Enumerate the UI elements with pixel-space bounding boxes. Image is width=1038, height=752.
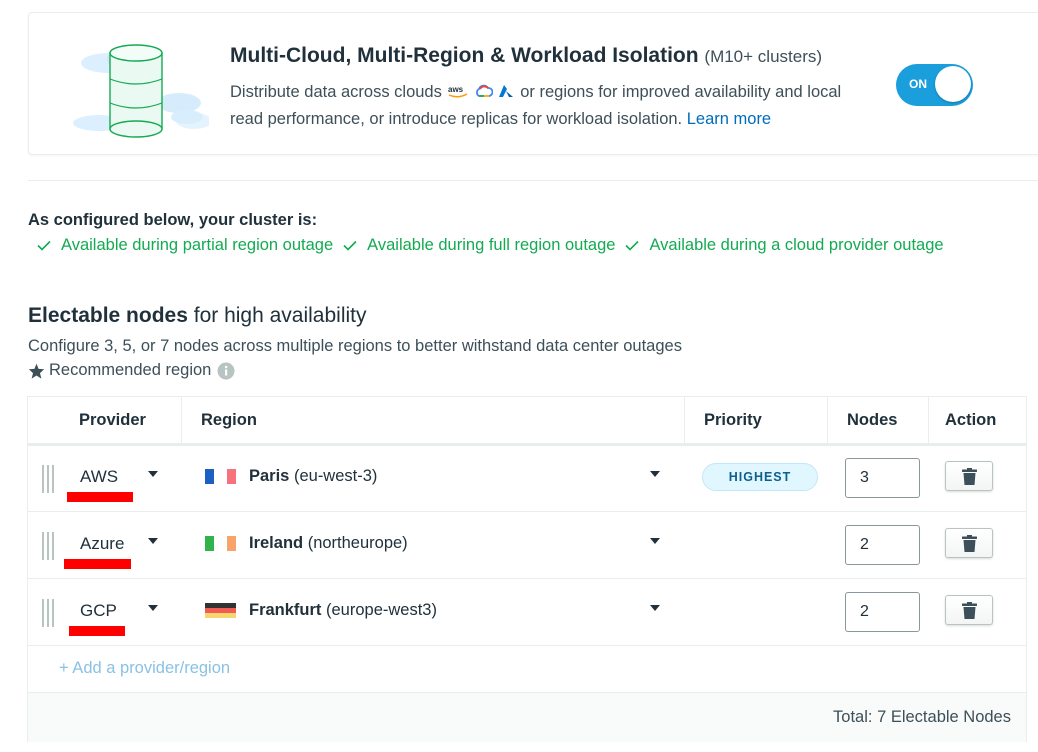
column-region: Region: [201, 411, 257, 429]
priority-badge: HIGHEST: [702, 463, 818, 491]
recommended-region-legend: Recommended region: [28, 361, 235, 380]
table-row: AWS Paris (eu-west-3) HIGHEST 3: [28, 445, 1026, 512]
feature-desc-part1: Distribute data across clouds: [230, 83, 442, 101]
delete-row-button[interactable]: [945, 528, 993, 558]
svg-text:aws: aws: [448, 85, 464, 94]
feature-title-text: Multi-Cloud, Multi-Region & Workload Iso…: [230, 44, 699, 67]
column-divider: [181, 397, 182, 443]
nodes-input[interactable]: 2: [845, 525, 920, 565]
section-divider: [28, 180, 1038, 181]
availability-item: Available during partial region outage: [37, 236, 333, 255]
check-icon: [37, 240, 51, 251]
availability-item: Available during a cloud provider outage: [625, 236, 944, 255]
feature-title: Multi-Cloud, Multi-Region & Workload Iso…: [230, 44, 822, 68]
electable-title-bold: Electable nodes: [28, 304, 188, 327]
region-name: Paris: [249, 467, 290, 485]
multi-cloud-toggle[interactable]: ON: [896, 64, 973, 106]
trash-icon: [962, 602, 977, 619]
provider-select[interactable]: GCP: [80, 601, 117, 621]
red-underline-annotation: [67, 492, 133, 502]
toggle-label: ON: [909, 77, 927, 91]
feature-description: Distribute data across clouds aws or reg…: [230, 79, 850, 132]
drag-handle-icon[interactable]: [42, 599, 56, 627]
red-underline-annotation: [69, 626, 125, 636]
availability-list: Available during partial region outage A…: [37, 236, 954, 255]
table-row: Azure Ireland (northeurope) 2: [28, 512, 1026, 579]
region-select[interactable]: Ireland (northeurope): [249, 534, 408, 553]
recommended-region-label: Recommended region: [49, 361, 212, 379]
germany-flag-icon: [205, 603, 236, 618]
region-code: (eu-west-3): [293, 467, 378, 485]
table-header: Provider Region Priority Nodes Action: [28, 397, 1026, 446]
config-heading: As configured below, your cluster is:: [28, 211, 318, 229]
feature-title-suffix: (M10+ clusters): [704, 47, 823, 66]
drag-handle-icon[interactable]: [42, 465, 56, 493]
nodes-input[interactable]: 2: [845, 592, 920, 632]
add-provider-region-link[interactable]: + Add a provider/region: [59, 659, 230, 678]
chevron-down-icon[interactable]: [650, 471, 660, 477]
region-select[interactable]: Frankfurt (europe-west3): [249, 601, 437, 620]
azure-icon: [498, 85, 513, 97]
electable-nodes-table: Provider Region Priority Nodes Action AW…: [27, 396, 1027, 742]
region-code: (europe-west3): [326, 601, 437, 619]
availability-item: Available during full region outage: [343, 236, 615, 255]
availability-item-label: Available during partial region outage: [61, 236, 334, 254]
toggle-knob: [935, 66, 971, 102]
total-electable-nodes: Total: 7 Electable Nodes: [833, 708, 1011, 726]
trash-icon: [962, 535, 977, 552]
column-divider: [684, 397, 685, 443]
multi-cloud-feature-card: Multi-Cloud, Multi-Region & Workload Iso…: [28, 12, 1038, 155]
table-row: GCP Frankfurt (europe-west3) 2: [28, 579, 1026, 646]
cloud-provider-logos: aws: [448, 80, 513, 106]
electable-description: Configure 3, 5, or 7 nodes across multip…: [28, 337, 682, 355]
availability-item-label: Available during full region outage: [367, 236, 616, 254]
chevron-down-icon[interactable]: [148, 605, 158, 611]
chevron-down-icon[interactable]: [148, 538, 158, 544]
ireland-flag-icon: [205, 536, 236, 551]
nodes-input[interactable]: 3: [845, 458, 920, 498]
info-icon[interactable]: [217, 362, 235, 380]
region-name: Ireland: [249, 534, 304, 552]
google-cloud-icon: [476, 84, 494, 97]
chevron-down-icon[interactable]: [650, 538, 660, 544]
electable-title-rest: for high availability: [193, 304, 367, 327]
provider-select[interactable]: AWS: [80, 467, 118, 487]
france-flag-icon: [205, 469, 236, 484]
drag-handle-icon[interactable]: [42, 532, 56, 560]
red-underline-annotation: [64, 559, 131, 569]
region-code: (northeurope): [307, 534, 408, 552]
delete-row-button[interactable]: [945, 461, 993, 491]
column-nodes: Nodes: [847, 411, 898, 429]
region-select[interactable]: Paris (eu-west-3): [249, 467, 377, 486]
provider-select[interactable]: Azure: [80, 534, 124, 554]
chevron-down-icon[interactable]: [650, 605, 660, 611]
column-action: Action: [945, 411, 997, 429]
trash-icon: [962, 468, 977, 485]
delete-row-button[interactable]: [945, 595, 993, 625]
check-icon: [625, 240, 640, 251]
learn-more-link[interactable]: Learn more: [687, 110, 771, 128]
availability-item-label: Available during a cloud provider outage: [649, 236, 944, 254]
chevron-down-icon[interactable]: [148, 471, 158, 477]
star-icon: [28, 363, 45, 379]
electable-nodes-title: Electable nodes for high availability: [28, 304, 367, 328]
column-provider: Provider: [79, 411, 146, 429]
check-icon: [343, 240, 357, 251]
column-divider: [928, 397, 929, 443]
database-cloud-illustration: [73, 44, 209, 138]
region-name: Frankfurt: [249, 601, 322, 619]
column-priority: Priority: [704, 411, 762, 429]
aws-icon: aws: [448, 85, 468, 98]
table-footer: Total: 7 Electable Nodes: [28, 692, 1026, 742]
column-divider: [827, 397, 828, 443]
